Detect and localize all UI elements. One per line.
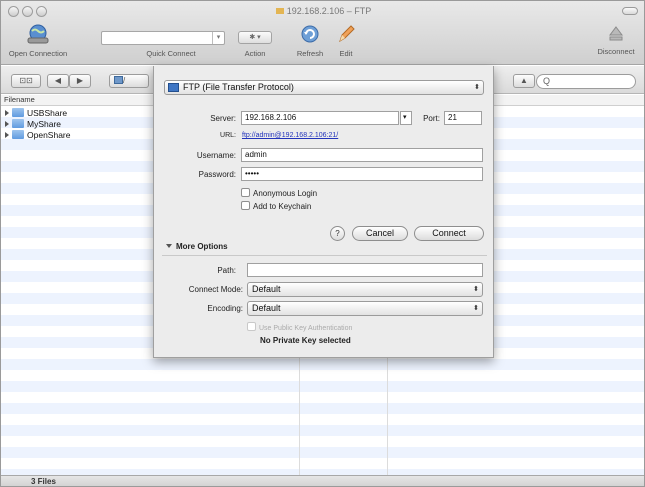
action-label: Action	[244, 49, 266, 58]
add-to-keychain-checkbox[interactable]: Add to Keychain	[241, 201, 311, 211]
protocol-select[interactable]: FTP (File Transfer Protocol) ⬍	[164, 80, 484, 95]
toolbar: 192.168.2.106 – FTP Open Connection ▾ Qu…	[1, 1, 644, 65]
disconnect-button[interactable]: Disconnect	[589, 23, 643, 56]
checkbox-icon	[247, 322, 256, 331]
action-menu-button[interactable]: ✱ ▾	[238, 31, 272, 44]
open-connection-button[interactable]: Open Connection	[7, 23, 69, 58]
checkbox-icon	[241, 188, 250, 197]
encoding-label: Encoding:	[207, 304, 243, 313]
connection-dialog: FTP (File Transfer Protocol) ⬍ Server: 1…	[153, 66, 494, 358]
path-label: Path:	[217, 266, 236, 275]
username-field[interactable]: admin	[241, 148, 483, 162]
help-button[interactable]: ?	[330, 226, 345, 241]
server-field[interactable]: 192.168.2.106	[241, 111, 399, 125]
folder-icon	[12, 108, 24, 117]
more-options-disclosure[interactable]: More Options	[166, 242, 228, 251]
forward-button[interactable]: ▶	[69, 74, 91, 88]
status-bar: 3 Files	[1, 475, 644, 486]
file-count: 3 Files	[31, 477, 56, 486]
disclosure-triangle-icon[interactable]	[5, 110, 9, 116]
connect-mode-label: Connect Mode:	[188, 285, 243, 294]
chevron-down-icon[interactable]: ▾	[212, 32, 224, 44]
private-key-status: No Private Key selected	[260, 336, 351, 345]
disk-icon	[114, 76, 123, 84]
search-icon: Q	[543, 76, 551, 86]
updown-arrows-icon: ⬍	[473, 286, 479, 293]
path-field[interactable]	[247, 263, 483, 277]
disclosure-triangle-icon[interactable]	[5, 121, 9, 127]
list-item[interactable]: USBShare	[5, 108, 67, 118]
list-item[interactable]: OpenShare	[5, 130, 70, 140]
search-field[interactable]: Q	[536, 74, 636, 89]
eject-icon	[609, 26, 623, 41]
username-label: Username:	[196, 151, 236, 160]
url-label: URL:	[220, 132, 236, 139]
folder-icon	[12, 119, 24, 128]
anonymous-login-checkbox[interactable]: Anonymous Login	[241, 188, 317, 198]
ftp-icon	[168, 83, 179, 92]
disclosure-triangle-down-icon	[166, 244, 172, 248]
view-mode-button[interactable]: ⊡⊡	[11, 74, 41, 88]
password-label: Password:	[198, 170, 236, 179]
encoding-select[interactable]: Default ⬍	[247, 301, 483, 316]
connect-mode-select[interactable]: Default ⬍	[247, 282, 483, 297]
connect-button[interactable]: Connect	[414, 226, 484, 241]
edit-button[interactable]: Edit	[331, 23, 361, 58]
globe-network-icon	[27, 24, 49, 44]
pencil-icon	[339, 25, 355, 43]
upload-button[interactable]: ▲	[513, 74, 535, 88]
refresh-button[interactable]: Refresh	[293, 23, 327, 58]
checkbox-icon	[241, 201, 250, 210]
folder-icon	[275, 8, 284, 14]
port-field[interactable]: 21	[444, 111, 482, 125]
updown-arrows-icon: ⬍	[474, 84, 480, 91]
public-key-checkbox[interactable]: Use Public Key Authentication	[247, 322, 352, 332]
app-window: 192.168.2.106 – FTP Open Connection ▾ Qu…	[0, 0, 645, 487]
quick-connect-label: Quick Connect	[146, 49, 196, 58]
back-button[interactable]: ◀	[47, 74, 69, 88]
list-item[interactable]: MyShare	[5, 119, 61, 129]
url-link[interactable]: ftp://admin@192.168.2.106:21/	[242, 132, 338, 139]
window-title: 192.168.2.106 – FTP	[1, 6, 644, 16]
quick-connect-combobox[interactable]: ▾	[101, 31, 225, 45]
password-field[interactable]: •••••	[241, 167, 483, 181]
path-popup-button[interactable]: /	[109, 74, 149, 88]
section-divider	[162, 255, 487, 256]
folder-icon	[12, 130, 24, 139]
server-label: Server:	[210, 114, 236, 123]
cancel-button[interactable]: Cancel	[352, 226, 408, 241]
refresh-icon	[301, 25, 319, 43]
server-history-button[interactable]: ▾	[400, 111, 412, 125]
updown-arrows-icon: ⬍	[473, 305, 479, 312]
port-label: Port:	[423, 114, 440, 123]
disclosure-triangle-icon[interactable]	[5, 132, 9, 138]
toolbar-toggle-button[interactable]	[622, 7, 638, 15]
